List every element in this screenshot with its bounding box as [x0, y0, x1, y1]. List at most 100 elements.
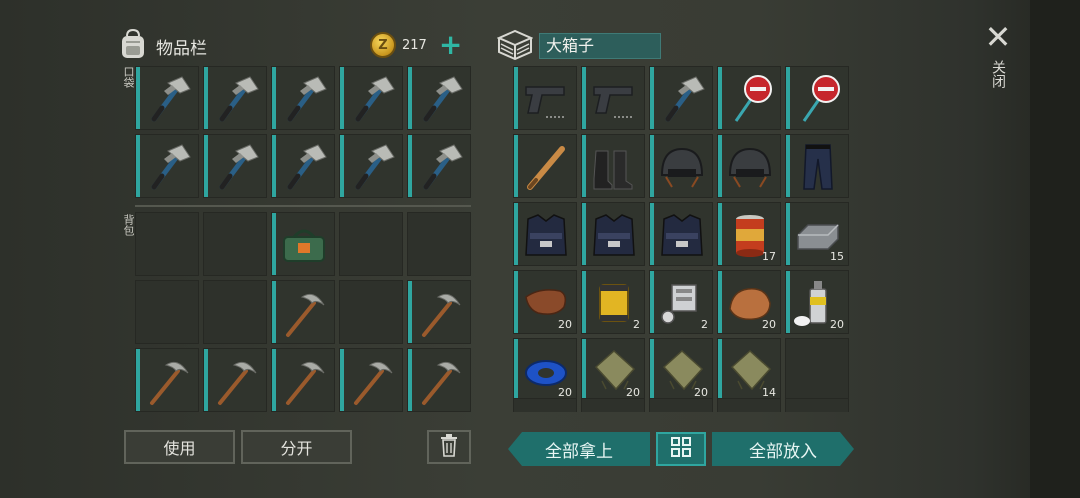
inventory-slot[interactable]: 20: [785, 270, 849, 334]
inventory-slot[interactable]: [135, 66, 199, 130]
grid-sort-icon: [670, 436, 692, 462]
take-all-button[interactable]: 全部拿上: [508, 432, 650, 466]
durability-bar: [718, 135, 722, 197]
durability-bar: [650, 339, 654, 401]
durability-bar: [272, 213, 276, 275]
inventory-slot[interactable]: 20: [581, 338, 645, 402]
durability-bar: [136, 135, 140, 197]
box-title: 大箱子: [539, 33, 661, 59]
inventory-slot[interactable]: [203, 66, 267, 130]
inventory-slot[interactable]: [339, 280, 403, 344]
inventory-slot[interactable]: [203, 280, 267, 344]
inventory-slot[interactable]: 20: [649, 338, 713, 402]
durability-bar: [272, 349, 276, 411]
inventory-slot[interactable]: [649, 398, 713, 412]
inventory-slot[interactable]: [135, 212, 199, 276]
inventory-slot[interactable]: [513, 398, 577, 412]
inventory-slot[interactable]: 20: [513, 338, 577, 402]
durability-bar: [204, 135, 208, 197]
inventory-slot[interactable]: 2: [649, 270, 713, 334]
inventory-slot[interactable]: [785, 338, 849, 402]
item-quantity: 17: [762, 250, 776, 263]
trash-icon: [439, 433, 459, 461]
inventory-slot[interactable]: [339, 348, 403, 412]
inventory-slot[interactable]: [407, 66, 471, 130]
inventory-slot[interactable]: [581, 398, 645, 412]
inventory-slot[interactable]: [271, 280, 335, 344]
coin-display: Z 217 +: [370, 30, 462, 60]
inventory-slot[interactable]: [717, 134, 781, 198]
item-quantity: 2: [633, 318, 640, 331]
inventory-slot[interactable]: [581, 66, 645, 130]
close-icon[interactable]: ✕: [983, 21, 1013, 53]
sort-button[interactable]: [656, 432, 706, 466]
inventory-slot[interactable]: 2: [581, 270, 645, 334]
inventory-slot[interactable]: [649, 134, 713, 198]
item-quantity: 15: [830, 250, 844, 263]
inventory-slot[interactable]: 14: [717, 338, 781, 402]
inventory-slot[interactable]: [203, 134, 267, 198]
inventory-slot[interactable]: [717, 66, 781, 130]
durability-bar: [650, 67, 654, 129]
inventory-slot[interactable]: [407, 280, 471, 344]
inventory-slot[interactable]: [581, 134, 645, 198]
inventory-slot[interactable]: [271, 134, 335, 198]
put-all-button[interactable]: 全部放入: [712, 432, 854, 466]
inventory-slot[interactable]: 15: [785, 202, 849, 266]
inventory-slot[interactable]: 20: [513, 270, 577, 334]
trash-button[interactable]: [427, 430, 471, 464]
inventory-slot[interactable]: [135, 134, 199, 198]
inventory-slot[interactable]: [407, 134, 471, 198]
backpack-label: 背包: [122, 214, 135, 236]
box-grid: 17 15 20 2 2 20 20 20 20 20 14: [513, 66, 849, 402]
inventory-slot[interactable]: [513, 66, 577, 130]
inventory-slot[interactable]: [339, 134, 403, 198]
durability-bar: [514, 339, 518, 401]
durability-bar: [514, 203, 518, 265]
inventory-slot[interactable]: [339, 66, 403, 130]
durability-bar: [136, 349, 140, 411]
inventory-slot[interactable]: [203, 212, 267, 276]
inventory-slot[interactable]: [407, 348, 471, 412]
inventory-slot[interactable]: [785, 134, 849, 198]
durability-bar: [718, 203, 722, 265]
inventory-slot[interactable]: [785, 66, 849, 130]
inventory-slot[interactable]: [271, 348, 335, 412]
inventory-slot[interactable]: [513, 134, 577, 198]
inventory-slot[interactable]: [717, 398, 781, 412]
inventory-slot[interactable]: 20: [717, 270, 781, 334]
inventory-slot[interactable]: [271, 66, 335, 130]
durability-bar: [786, 271, 790, 333]
add-coins-button[interactable]: +: [439, 31, 462, 59]
durability-bar: [582, 203, 586, 265]
durability-bar: [718, 271, 722, 333]
inventory-slot[interactable]: [135, 280, 199, 344]
inventory-slot[interactable]: [513, 202, 577, 266]
inventory-slot[interactable]: [785, 398, 849, 412]
durability-bar: [786, 203, 790, 265]
inventory-slot[interactable]: [339, 212, 403, 276]
inventory-slot[interactable]: 17: [717, 202, 781, 266]
inventory-slot[interactable]: [649, 202, 713, 266]
use-button[interactable]: 使用: [124, 430, 235, 464]
durability-bar: [408, 281, 412, 343]
inventory-slot[interactable]: [203, 348, 267, 412]
inventory-header: 物品栏: [118, 26, 207, 66]
inventory-slot[interactable]: [649, 66, 713, 130]
box-grid-overflow-row[interactable]: [513, 398, 849, 412]
crate-icon: [496, 28, 534, 64]
close-button[interactable]: ✕ 关闭: [983, 21, 1013, 88]
durability-bar: [582, 135, 586, 197]
inventory-slot[interactable]: [135, 348, 199, 412]
split-button[interactable]: 分开: [241, 430, 352, 464]
durability-bar: [204, 67, 208, 129]
inventory-slot[interactable]: [407, 212, 471, 276]
coin-icon: Z: [370, 32, 396, 58]
durability-bar: [514, 67, 518, 129]
durability-bar: [650, 135, 654, 197]
close-label: 关闭: [990, 60, 1006, 88]
inventory-title: 物品栏: [156, 38, 207, 59]
inventory-slot[interactable]: [581, 202, 645, 266]
durability-bar: [786, 135, 790, 197]
inventory-slot[interactable]: [271, 212, 335, 276]
